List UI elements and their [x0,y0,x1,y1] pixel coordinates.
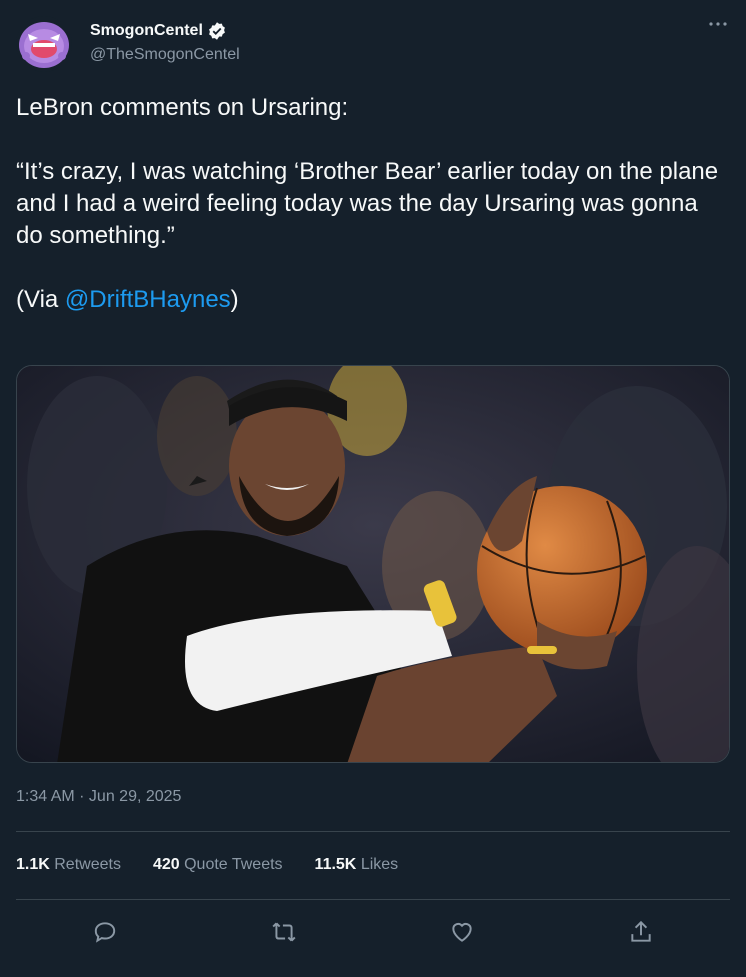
engagement-stats: 1.1K Retweets 420 Quote Tweets 11.5K Lik… [16,856,398,874]
retweets-label: Retweets [54,856,121,873]
avatar[interactable] [16,16,72,72]
mention-link[interactable]: @DriftBHaynes [65,286,231,313]
retweets-stat[interactable]: 1.1K Retweets [16,856,121,874]
reply-icon[interactable] [85,912,125,952]
via-suffix: ) [230,286,239,313]
share-icon[interactable] [621,912,661,952]
like-icon[interactable] [442,912,482,952]
verified-badge-icon [207,21,227,41]
tweet: SmogonCentel @TheSmogonCentel LeBron com… [0,0,746,977]
tweet-header: SmogonCentel @TheSmogonCentel [16,16,730,72]
display-name[interactable]: SmogonCentel [90,22,203,40]
divider [16,831,730,832]
quotes-count: 420 [152,856,180,873]
quotes-label: Quote Tweets [184,856,283,873]
author-names: SmogonCentel @TheSmogonCentel [90,20,240,64]
quote-tweets-stat[interactable]: 420 Quote Tweets [153,856,283,874]
tweet-timestamp[interactable]: 1:34 AM · Jun 29, 2025 [16,788,181,806]
likes-stat[interactable]: 11.5K Likes [315,856,399,874]
tweet-line-1: LeBron comments on Ursaring: [16,94,349,121]
divider [16,899,730,900]
retweet-icon[interactable] [264,912,304,952]
more-icon[interactable] [706,18,730,38]
tweet-photo[interactable] [16,365,730,763]
via-prefix: (Via [16,286,65,313]
action-bar [16,908,730,956]
likes-label: Likes [360,856,399,873]
likes-count: 11.5K [314,856,357,873]
tweet-text: LeBron comments on Ursaring: “It’s crazy… [16,92,730,316]
tweet-quote: “It’s crazy, I was watching ‘Brother Bea… [16,158,719,249]
tweet-via: (Via @DriftBHaynes) [16,284,730,316]
retweets-count: 1.1K [16,856,50,873]
author-handle[interactable]: @TheSmogonCentel [90,46,240,64]
